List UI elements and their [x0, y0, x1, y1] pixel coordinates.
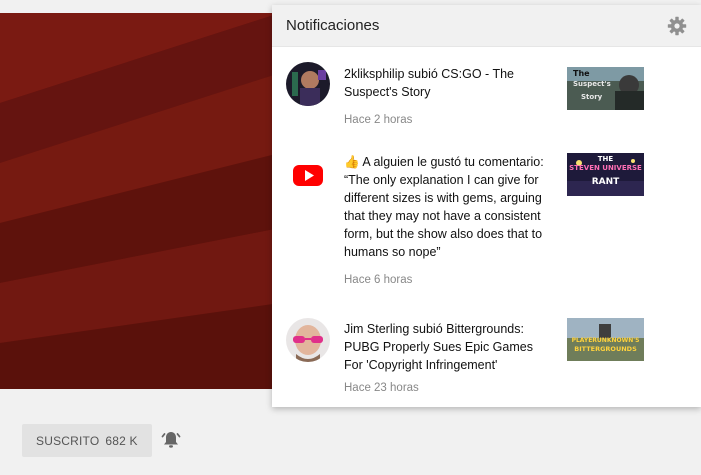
avatar — [286, 318, 330, 362]
youtube-logo-icon — [286, 153, 330, 197]
notification-text: Jim Sterling subió Bittergrounds: PUBG P… — [344, 322, 533, 372]
notification-item[interactable]: 👍 A alguien le gustó tu comentario: “The… — [272, 153, 701, 293]
thumbnail-title-line: BITTERGROUNDS — [574, 345, 637, 353]
subscribed-button[interactable]: SUSCRITO 682 K — [22, 424, 152, 457]
video-thumbnail[interactable]: The Suspect's Story — [567, 67, 644, 110]
thumbnail-title-line: THE — [597, 155, 614, 163]
thumbnail-title-line: Suspect's — [573, 80, 611, 88]
gear-icon[interactable] — [667, 16, 687, 36]
panel-title: Notificaciones — [286, 17, 380, 34]
notification-text: 2kliksphilip subió CS:GO - The Suspect's… — [344, 67, 514, 99]
notifications-panel: Notificaciones 2kliksphilip subió CS:GO … — [272, 5, 701, 407]
notification-time: Hace 23 horas — [344, 382, 419, 394]
notification-text: 👍 A alguien le gustó tu comentario: “The… — [344, 155, 544, 259]
thumbnail-title-line: PLAYERUNKNOWN'S — [571, 337, 640, 344]
thumbnail-title-line: Story — [581, 93, 603, 101]
panel-header: Notificaciones — [272, 5, 701, 47]
avatar — [286, 62, 330, 106]
notification-time: Hace 2 horas — [344, 114, 413, 126]
notification-item[interactable]: Jim Sterling subió Bittergrounds: PUBG P… — [272, 317, 701, 397]
video-thumbnail[interactable]: THE STEVEN UNIVERSE RANT — [567, 153, 644, 196]
video-thumbnail[interactable]: PLAYERUNKNOWN'S BITTERGROUNDS — [567, 318, 644, 361]
thumbnail-title-line: RANT — [591, 177, 620, 187]
subscriber-count: 682 K — [105, 433, 138, 448]
thumbnail-title-line: STEVEN UNIVERSE — [569, 164, 642, 172]
notification-time: Hace 6 horas — [344, 274, 413, 286]
subscribed-label: SUSCRITO — [36, 433, 100, 448]
notification-item[interactable]: 2kliksphilip subió CS:GO - The Suspect's… — [272, 62, 701, 132]
notification-bell-icon[interactable] — [161, 430, 181, 450]
thumbnail-title-line: The — [573, 69, 590, 78]
